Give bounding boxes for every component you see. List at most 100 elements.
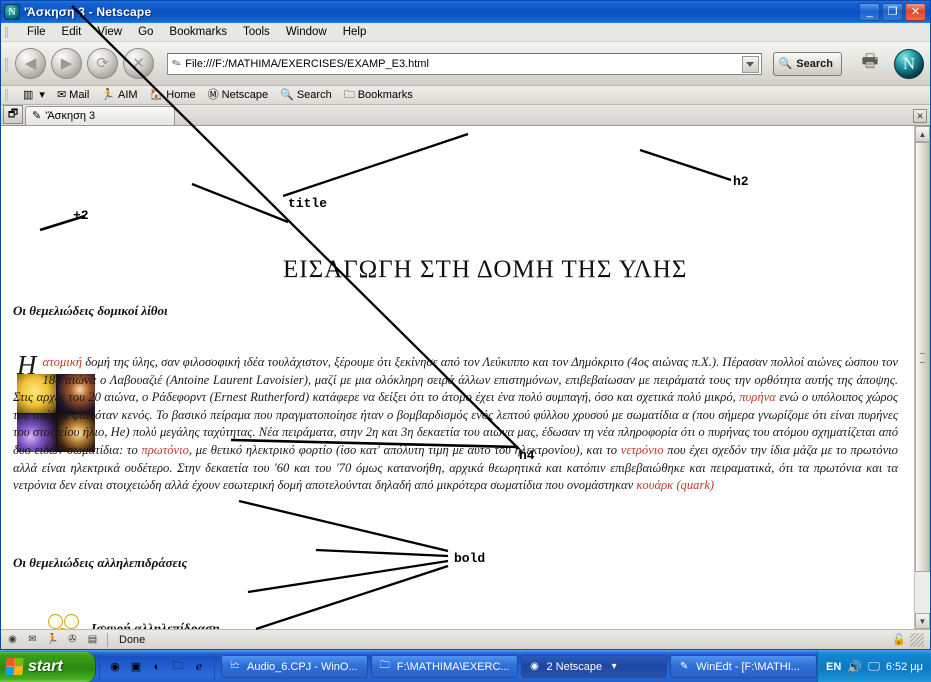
para-seg14: , με θετικό ηλεκτρικό φορτίο (ίσο κατ' α… <box>188 442 621 457</box>
back-button[interactable]: ◀ <box>15 48 46 79</box>
close-button[interactable]: ✕ <box>905 3 926 21</box>
toolbar-item-search[interactable]: 🔍 Search <box>274 89 338 101</box>
name-dimokritos: Δημόκριτο <box>571 355 624 369</box>
taskbar-item-winoscope-label: Audio_6.CPJ - WinO... <box>247 660 358 673</box>
menu-file[interactable]: File <box>19 25 54 39</box>
start-button-label: start <box>28 657 63 675</box>
lock-icon[interactable]: 🔓 <box>892 633 906 646</box>
annotation-h2: h2 <box>733 174 749 189</box>
term-protonio: πρωτόνιο <box>141 442 189 457</box>
folder-icon: 🗀 <box>379 660 390 671</box>
volume-icon[interactable]: 🔊 <box>847 660 862 674</box>
menu-bookmarks[interactable]: Bookmarks <box>161 25 235 39</box>
start-button[interactable]: start <box>0 651 96 682</box>
toolbar-item-home[interactable]: 🏠 Home <box>144 89 202 101</box>
toolbar-item-mail[interactable]: ✉ Mail <box>51 89 95 101</box>
menu-help[interactable]: Help <box>335 25 375 39</box>
minimize-button[interactable]: _ <box>859 3 880 21</box>
toolbar-item-aim[interactable]: 🏃 AIM <box>95 89 143 101</box>
pen-icon: ✎ <box>170 56 184 72</box>
para-seg4: και τον <box>529 355 572 369</box>
forward-button[interactable]: ▶ <box>51 48 82 79</box>
taskbar-item-winedt-label: WinEdt - [F:\MATHI... <box>696 660 800 673</box>
tab-close-button[interactable]: ✕ <box>913 109 927 123</box>
forward-arrow-icon: ▶ <box>60 55 73 72</box>
taskbar-item-winedt[interactable]: ✎ WinEdt - [F:\MATHI... <box>670 655 817 678</box>
menu-go[interactable]: Go <box>130 25 161 39</box>
stop-button[interactable]: ✕ <box>123 48 154 79</box>
reload-button[interactable]: ⟳ <box>87 48 118 79</box>
window-titlebar[interactable]: 'Άσκηση 3 - Netscape _ ❐ ✕ <box>1 1 930 23</box>
tab-askisi-3[interactable]: ✎ 'Άσκηση 3 <box>25 106 175 125</box>
personal-toolbar: ▥ ▾ ✉ Mail 🏃 AIM 🏠 Home Ⓜ Netscape 🔍 Sea… <box>1 86 930 105</box>
windows-taskbar: start ◉ ▣ ◐ 🗀 ℯ 🗠 Audio_6.CPJ - WinO... … <box>0 650 931 682</box>
address-bar[interactable]: ✎ File:///F:/MATHIMA/EXERCISES/EXAMP_E3.… <box>167 52 762 75</box>
toolbar-item-home-label: Home <box>166 89 196 101</box>
annotation-plus2: +2 <box>73 208 89 223</box>
page-scrollbar[interactable]: ▲ ▼ <box>914 126 930 629</box>
resize-grip[interactable] <box>910 632 924 647</box>
status-separator <box>107 632 108 647</box>
media-player-icon[interactable]: ◐ <box>149 659 165 675</box>
menu-edit[interactable]: Edit <box>54 25 90 39</box>
magnifier-icon: 🔍 <box>778 58 793 70</box>
navigation-toolbar: ◀ ▶ ⟳ ✕ ✎ File:///F:/MATHIMA/EXERCISES/E… <box>1 42 930 86</box>
scrollbar-thumb[interactable] <box>915 142 930 572</box>
menu-tools[interactable]: Tools <box>235 25 278 39</box>
perbar-grip[interactable] <box>5 89 8 101</box>
clock[interactable]: 6:52 μμ <box>886 661 923 673</box>
interactions-list: Ισχυρή αλληλεπίδραση Ηλεκτρομαγνητική αλ… <box>47 610 467 629</box>
toolbar-item-netscape[interactable]: Ⓜ Netscape <box>202 89 274 101</box>
toolbar-item-search-label: Search <box>296 89 332 101</box>
address-dropdown-button[interactable] <box>741 55 759 73</box>
group-chevron-icon: ▾ <box>611 661 617 672</box>
paragraph-dropcap: Η <box>17 350 37 380</box>
scrollbar-track[interactable] <box>915 142 930 613</box>
term-pirina: πυρήνα <box>739 390 776 405</box>
menu-grip[interactable] <box>5 27 8 38</box>
term-atomiki: ατομική <box>42 355 83 369</box>
netscape-icon[interactable]: ◉ <box>5 632 20 647</box>
ie-icon[interactable]: ℯ <box>191 659 207 675</box>
toolbar-item-bookmarks[interactable]: 🗀 Bookmarks <box>338 89 419 101</box>
display-icon[interactable]: 🖵 <box>868 659 880 674</box>
name-lavoisier: (Antoine Laurent Lavoisier) <box>165 372 308 387</box>
menu-view[interactable]: View <box>89 25 130 39</box>
taskbar-item-netscape[interactable]: ◉ 2 Netscape ▾ <box>520 655 668 678</box>
language-indicator[interactable]: EN <box>826 661 841 673</box>
heading-fundamental-building-blocks: Οι θεμελιώδεις δομικοί λίθοι <box>13 303 168 318</box>
menu-bar: File Edit View Go Bookmarks Tools Window… <box>1 23 930 42</box>
scroll-up-button[interactable]: ▲ <box>915 126 930 142</box>
search-button[interactable]: 🔍 Search <box>772 51 842 76</box>
toolbar-item-aim-label: AIM <box>118 89 138 101</box>
status-text: Done <box>119 633 146 646</box>
window-title: 'Άσκηση 3 - Netscape <box>24 5 152 19</box>
toolbar-item-window[interactable]: ▥ ▾ <box>17 89 51 101</box>
navbar-grip[interactable] <box>5 58 8 72</box>
windows-flag-icon <box>5 658 24 675</box>
mail-icon[interactable]: ✉ <box>25 632 40 647</box>
new-tab-button[interactable]: 🗗 <box>3 105 23 124</box>
taskbar-item-netscape-label: 2 Netscape <box>546 660 603 673</box>
folder-icon[interactable]: 🗀 <box>170 659 186 675</box>
maximize-button[interactable]: ❐ <box>882 3 903 21</box>
taskbar-item-explorer-label: F:\MATHIMA\EXERC... <box>396 660 510 673</box>
toolbar-item-netscape-label: Netscape <box>221 89 269 101</box>
netscape-icon[interactable]: ◉ <box>107 659 123 675</box>
taskbar-item-explorer[interactable]: 🗀 F:\MATHIMA\EXERC... <box>370 655 518 678</box>
show-desktop-icon[interactable]: ▣ <box>128 659 144 675</box>
addressbook-icon[interactable]: ▤ <box>85 632 100 647</box>
status-bar: ◉ ✉ 🏃 ✇ ▤ Done 🔓 <box>1 629 930 649</box>
aim-icon[interactable]: 🏃 <box>45 632 60 647</box>
toolbar-item-mail-label: Mail <box>69 89 90 101</box>
stop-icon: ✕ <box>132 55 145 72</box>
close-icon: ✕ <box>910 6 921 18</box>
print-button[interactable]: 🖶 <box>855 49 885 79</box>
menu-window[interactable]: Window <box>278 25 335 39</box>
scroll-down-button[interactable]: ▼ <box>915 613 930 629</box>
winedt-icon: ✎ <box>680 661 689 672</box>
taskbar-item-winoscope[interactable]: 🗠 Audio_6.CPJ - WinO... <box>221 655 368 678</box>
composer-icon[interactable]: ✇ <box>65 632 80 647</box>
winoscope-icon: 🗠 <box>229 660 241 671</box>
netscape-logo-button[interactable]: N <box>894 48 924 79</box>
